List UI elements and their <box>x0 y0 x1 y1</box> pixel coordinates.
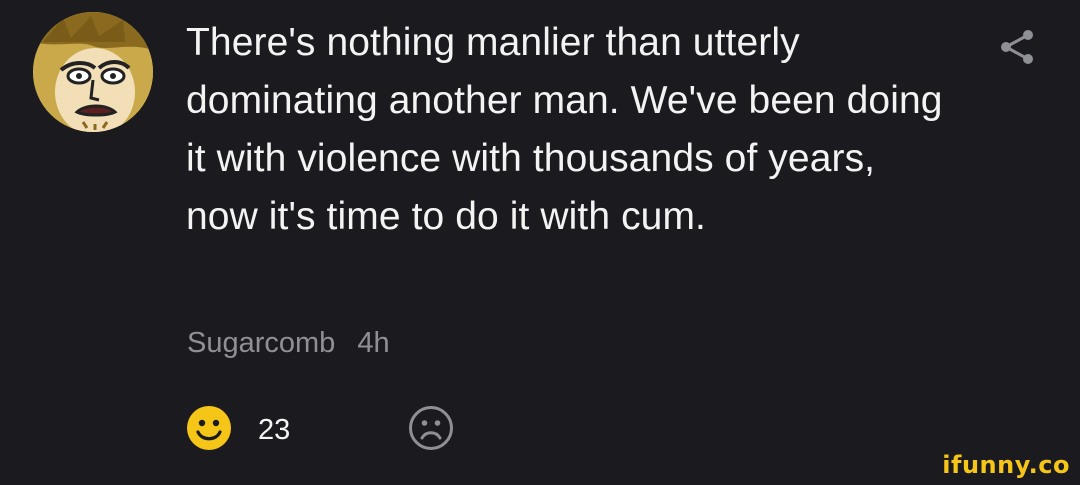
share-icon <box>1001 30 1033 64</box>
author-name[interactable]: Sugarcomb <box>187 327 335 359</box>
comment-meta: Sugarcomb 4h <box>187 323 390 363</box>
comment-text: There's nothing manlier than utterly dom… <box>186 21 943 238</box>
frown-face-icon <box>409 406 453 450</box>
like-count: 23 <box>258 414 291 446</box>
timestamp: 4h <box>357 327 390 359</box>
like-button[interactable] <box>186 405 232 451</box>
avatar-image <box>33 12 153 132</box>
dislike-button[interactable] <box>408 405 454 451</box>
ifunny-watermark: ifunny.co <box>942 451 1070 479</box>
smiley-face-icon <box>187 406 231 450</box>
avatar[interactable] <box>33 12 153 132</box>
share-button[interactable] <box>997 27 1037 67</box>
